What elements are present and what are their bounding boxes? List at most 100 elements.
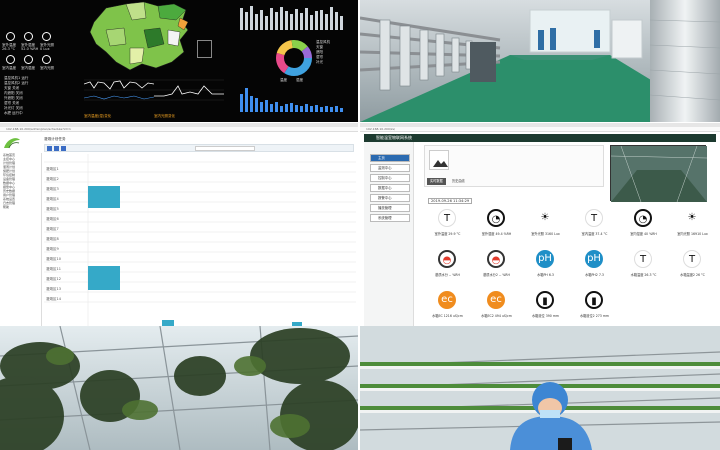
thermo-icon: T	[585, 209, 603, 227]
left-value: 26.3 °C	[2, 47, 16, 51]
thermometer-icon	[6, 55, 15, 64]
thermo-icon: T	[438, 209, 456, 227]
sun-icon	[42, 55, 51, 64]
left-label: 室内湿度	[21, 66, 35, 70]
sensor-tile[interactable]: ◓ 基质水分 -- %RH	[422, 248, 473, 288]
sensor-tile[interactable]: ◔ 室外湿度 49.4 %RH	[471, 207, 522, 247]
edit-button[interactable]	[54, 146, 59, 151]
sensor-label: 室内湿度 40 %RH	[630, 232, 657, 236]
equipment-room-image	[360, 0, 720, 122]
legend-item: 补光	[316, 60, 323, 64]
sensor-tile[interactable]: T 室内温度 37.4 °C	[569, 207, 620, 247]
tab-realtime[interactable]: 实时数据	[427, 178, 446, 185]
browser-schedule: 192.168.10.200/admin/plan/schedule?id=1 …	[0, 123, 358, 326]
ec-icon: ec	[438, 291, 456, 309]
timestamp: 2019-09-26 11:34:29	[428, 198, 473, 204]
page-title: 灌溉计划任务	[44, 137, 66, 141]
sensor-label: 室内温度 37.4 °C	[581, 232, 608, 236]
bar-chart-top	[240, 6, 343, 30]
menu-monitor[interactable]: 监测中心	[370, 164, 410, 172]
photo-water-treatment	[360, 0, 720, 122]
row-label: 灌溉区6	[46, 217, 59, 221]
row-label: 灌溉区10	[46, 257, 61, 261]
sensor-tile[interactable]: ▮ 水箱液位2 273 mm	[569, 289, 620, 326]
row-label: 灌溉区5	[46, 207, 59, 211]
row-labels: 灌溉区1 灌溉区2 灌溉区3 灌溉区4 灌溉区5 灌溉区6 灌溉区7 灌溉区8 …	[46, 164, 88, 304]
sensor-label: 水箱温度2 26 °C	[680, 273, 705, 277]
left-value: 52.0 %RH	[21, 47, 39, 51]
menu-home[interactable]: 主页	[370, 154, 410, 162]
row-label: 灌溉区3	[46, 187, 59, 191]
menu-item[interactable]: 帮助	[3, 205, 43, 209]
sun-icon: ☀	[536, 209, 554, 227]
sensor-label: 水箱温度 26.3 °C	[630, 273, 657, 277]
china-map[interactable]	[86, 0, 198, 72]
pie-chart	[276, 40, 312, 76]
sensor-label: 室外湿度 49.4 %RH	[481, 232, 512, 236]
sensor-tile[interactable]: ec 水箱EC 1216 uS/cm	[422, 289, 473, 326]
chart-legend: 温度	[280, 78, 287, 82]
row-label: 灌溉区2	[46, 177, 59, 181]
menu-control[interactable]: 控制中心	[370, 174, 410, 182]
sensor-tile[interactable]: ☀ 室外光照 3160 Lux	[520, 207, 571, 247]
sensor-tile[interactable]: ◔ 室内湿度 40 %RH	[618, 207, 669, 247]
sensor-tile[interactable]: T 室外温度 29.9 °C	[422, 207, 473, 247]
humidity-icon	[24, 32, 33, 41]
menu-alarm[interactable]: 报警中心	[370, 194, 410, 202]
chart-caption: 室内温度(湿)变化	[84, 114, 112, 118]
menu-playback[interactable]: 播放管理	[370, 204, 410, 212]
menu-system[interactable]: 系统管理	[370, 214, 410, 222]
row-label: 灌溉区12	[46, 277, 61, 281]
meter-icon: ◓	[487, 250, 505, 268]
sensor-label: 室外温度 29.9 °C	[434, 232, 461, 236]
bar-chart-bottom	[240, 88, 343, 112]
camera-feed[interactable]	[610, 145, 708, 203]
sensor-tile[interactable]: ☀ 室内光照 16910 Lux	[667, 207, 718, 247]
schedule-grid[interactable]	[44, 154, 356, 326]
sensor-tile[interactable]: pH 水箱PH 6.3	[520, 248, 571, 288]
meter-icon: ◓	[438, 250, 456, 268]
log-line: 水肥 运行中	[4, 111, 23, 115]
sensor-label: 室外光照 3160 Lux	[531, 232, 560, 236]
left-label: 室内光照	[40, 66, 54, 70]
sensor-tile[interactable]: T 水箱温度 26.3 °C	[618, 248, 669, 288]
sensor-label: 水箱液位2 273 mm	[579, 314, 610, 318]
greenhouse-image	[0, 326, 358, 450]
sensor-tile[interactable]: pH 水箱PH2 7.3	[569, 248, 620, 288]
photo-greenhouse-plants	[0, 326, 358, 450]
browser-monitor: 192.168.10.200/zs/ 智能温室物联网系统 主页 监测中心 控制中…	[360, 123, 720, 326]
gauge-icon: ◔	[634, 209, 652, 227]
sensor-tile[interactable]: ◓ 基质水分2 -- %RH	[471, 248, 522, 288]
thermo-icon: T	[634, 250, 652, 268]
row-label: 灌溉区7	[46, 227, 59, 231]
sensor-tile[interactable]: ▮ 水箱液位 390 mm	[520, 289, 571, 326]
level-icon: ▮	[536, 291, 554, 309]
line-chart-right	[154, 79, 224, 101]
address-bar[interactable]: 192.168.10.200/zs/	[360, 127, 720, 132]
add-button[interactable]	[47, 146, 52, 151]
row-label: 灌溉区14	[46, 297, 61, 301]
sun-icon	[42, 32, 51, 41]
level-icon: ▮	[585, 291, 603, 309]
map-inset	[197, 40, 212, 58]
left-label: 室内温度	[2, 66, 16, 70]
sensor-label: 水箱EC 1216 uS/cm	[432, 314, 463, 318]
left-menu: 主页 监测中心 控制中心 数据中心 报警中心 播放管理 系统管理	[364, 142, 414, 326]
sun-icon: ☀	[683, 209, 701, 227]
pie-legend: 温控风机 天窗 遮阳 湿帘 补光	[316, 40, 356, 65]
sensor-label: 水箱PH2 7.3	[585, 273, 604, 277]
sensor-tile[interactable]: ec 水箱EC2 494 uS/cm	[471, 289, 522, 326]
line-chart-left	[84, 79, 154, 101]
address-bar[interactable]: 192.168.10.200/admin/plan/schedule?id=1	[0, 127, 358, 132]
search-input[interactable]	[195, 146, 255, 151]
row-label: 灌溉区1	[46, 167, 59, 171]
sensor-tile[interactable]: T 水箱温度2 26 °C	[667, 248, 718, 288]
sensor-label: 室内光照 16910 Lux	[677, 232, 708, 236]
row-label: 灌溉区11	[46, 267, 61, 271]
menu-data[interactable]: 数据中心	[370, 184, 410, 192]
worker-image	[360, 326, 720, 450]
thermometer-icon	[6, 32, 15, 41]
tab-history[interactable]: 历史曲线	[449, 178, 468, 185]
ec-icon: ec	[487, 291, 505, 309]
delete-button[interactable]	[61, 146, 66, 151]
